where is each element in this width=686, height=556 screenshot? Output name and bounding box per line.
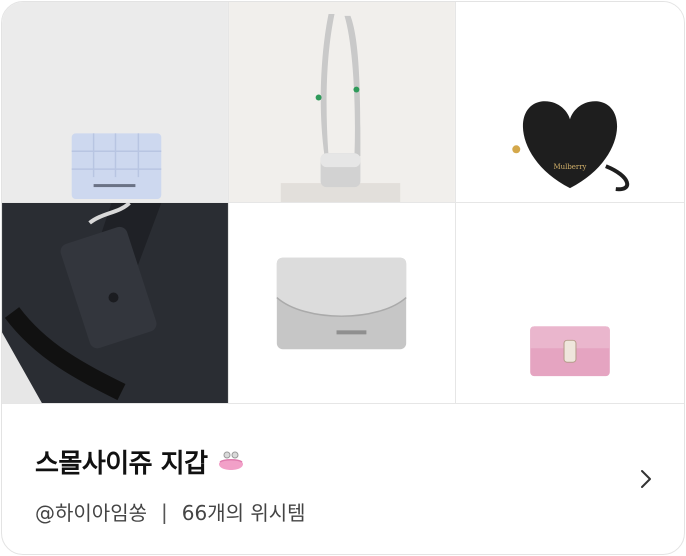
coin-purse-icon bbox=[218, 451, 243, 470]
collection-title-row: 스몰사이쥬 지갑 bbox=[35, 443, 246, 480]
collection-title: 스몰사이쥬 지갑 bbox=[35, 449, 208, 479]
collection-meta: @하이아임쏭 | 66개의 위시템 bbox=[35, 497, 306, 526]
product-thumb-silver-wallet[interactable] bbox=[229, 203, 456, 404]
svg-text:Mulberry: Mulberry bbox=[554, 163, 587, 171]
pink-card-wallet-image bbox=[456, 203, 684, 403]
lavender-quilted-wallet-image bbox=[2, 2, 228, 202]
silver-crossbody-mini-bag-image bbox=[229, 2, 455, 202]
owner-handle[interactable]: @하이아임쏭 bbox=[35, 497, 147, 526]
black-heart-coin-purse-image: Mulberry bbox=[456, 2, 684, 202]
meta-separator: | bbox=[161, 499, 168, 524]
wishlist-collection-card[interactable]: Mulberry 스몰사이쥬 지갑 @하이아임쏭 | 66개의 위시템 bbox=[1, 1, 685, 555]
collection-info: 스몰사이쥬 지갑 @하이아임쏭 | 66개의 위시템 bbox=[2, 405, 684, 554]
product-thumb-lavender-wallet[interactable] bbox=[2, 2, 229, 203]
product-image-grid: Mulberry bbox=[2, 2, 684, 404]
product-thumb-black-heart-purse[interactable]: Mulberry bbox=[456, 2, 684, 203]
product-thumb-pink-wallet[interactable] bbox=[456, 203, 684, 404]
navy-nylon-tote-with-wallet-image bbox=[2, 203, 228, 403]
product-thumb-navy-tote[interactable] bbox=[2, 203, 229, 404]
wishitem-count: 66개의 위시템 bbox=[181, 501, 306, 525]
product-thumb-silver-crossbody[interactable] bbox=[229, 2, 456, 203]
chevron-right-icon[interactable] bbox=[638, 467, 654, 491]
silver-flap-wallet-image bbox=[229, 203, 455, 403]
